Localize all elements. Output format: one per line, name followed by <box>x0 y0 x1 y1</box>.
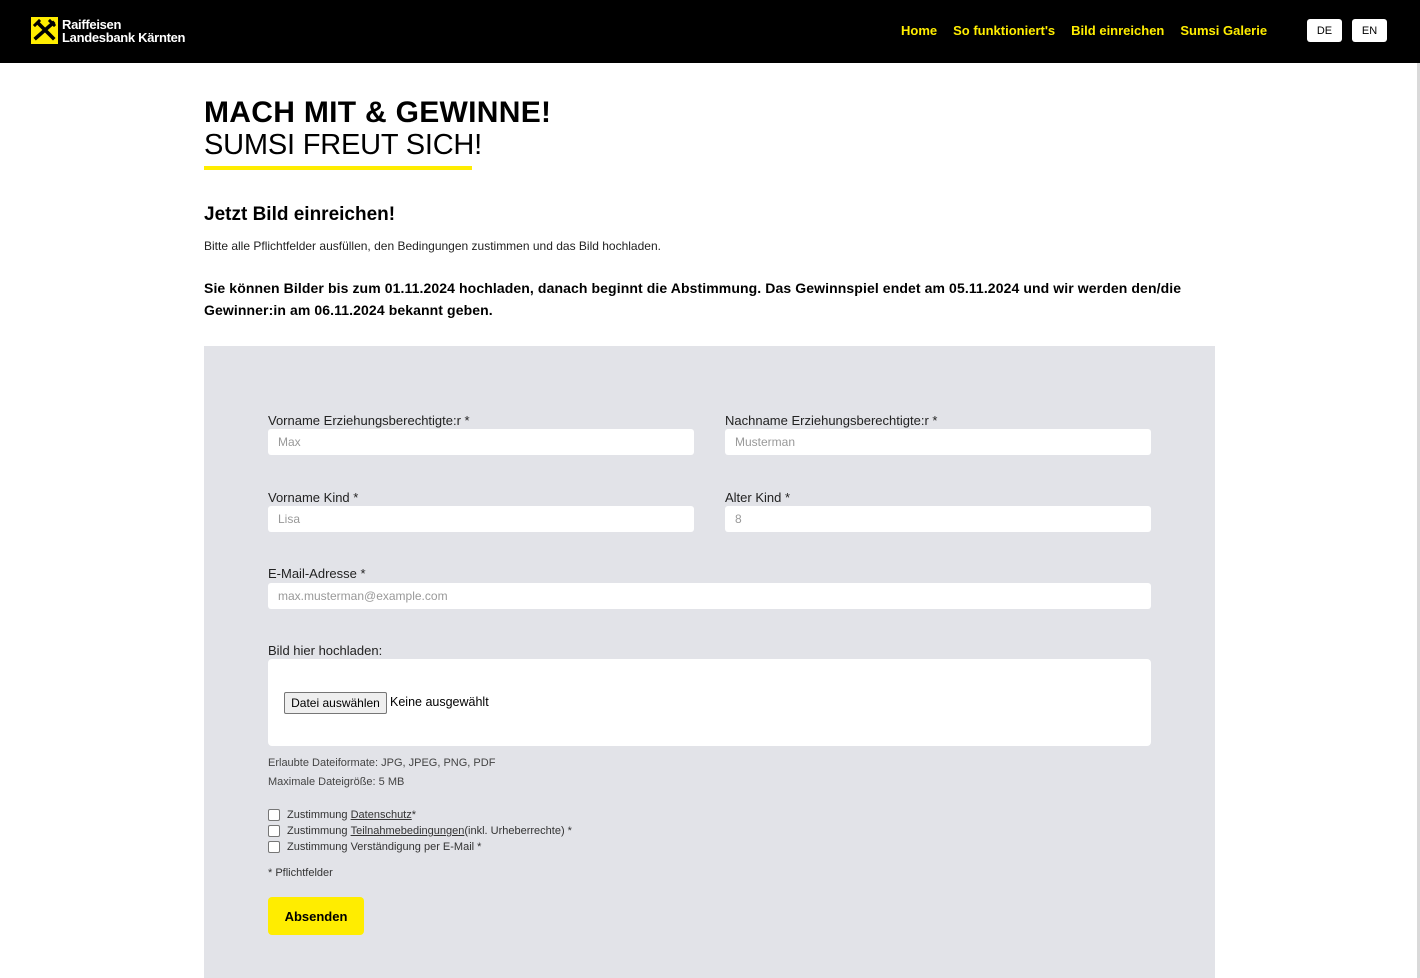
consent-email-label: Zustimmung Verständigung per E-Mail * <box>287 841 482 853</box>
language-en-button[interactable]: EN <box>1352 19 1387 42</box>
child-first-name-label: Vorname Kind * <box>268 490 359 505</box>
consent-terms-row: Zustimmung Teilnahmebedingungen (inkl. U… <box>268 825 572 837</box>
parent-last-name-label: Nachname Erziehungsberechtigte:r * <box>725 413 938 428</box>
raiffeisen-logo[interactable]: Raiffeisen Landesbank Kärnten <box>31 17 185 44</box>
consent-terms-suffix: (inkl. Urheberrechte) * <box>464 825 572 837</box>
consent-terms-prefix: Zustimmung <box>287 825 348 837</box>
consent-privacy-prefix: Zustimmung <box>287 809 348 821</box>
logo-line-1: Raiffeisen <box>62 16 122 32</box>
logo-line-2: Landesbank Kärnten <box>62 29 186 45</box>
consent-email-row: Zustimmung Verständigung per E-Mail * <box>268 841 481 853</box>
child-age-label: Alter Kind * <box>725 490 791 505</box>
consent-email-checkbox[interactable] <box>268 841 280 853</box>
nav-sumsi-gallery[interactable]: Sumsi Galerie <box>1180 23 1267 38</box>
title-underline <box>204 166 472 170</box>
logo-text: Raiffeisen Landesbank Kärnten <box>62 18 185 44</box>
email-label: E-Mail-Adresse * <box>268 566 366 581</box>
parent-last-name-input[interactable]: Musterman <box>725 429 1151 455</box>
consent-terms-checkbox[interactable] <box>268 825 280 837</box>
child-first-name-input[interactable]: Lisa <box>268 506 694 532</box>
child-age-input[interactable]: 8 <box>725 506 1151 532</box>
nav-submit-picture[interactable]: Bild einreichen <box>1071 23 1164 38</box>
main-nav: Home So funktioniert's Bild einreichen S… <box>901 23 1267 38</box>
consent-privacy-checkbox[interactable] <box>268 809 280 821</box>
language-de-button[interactable]: DE <box>1307 19 1342 42</box>
terms-link[interactable]: Teilnahmebedingungen <box>351 825 465 837</box>
email-input[interactable]: max.musterman@example.com <box>268 583 1151 609</box>
submit-button[interactable]: Absenden <box>268 897 364 935</box>
privacy-link[interactable]: Datenschutz <box>351 809 412 821</box>
consent-privacy-suffix: * <box>411 809 417 821</box>
top-navigation-bar: Raiffeisen Landesbank Kärnten Home So fu… <box>0 0 1420 63</box>
section-title: Jetzt Bild einreichen! <box>204 204 396 225</box>
page-title: MACH MIT & GEWINNE! <box>204 96 552 129</box>
nav-home[interactable]: Home <box>901 23 937 38</box>
max-size-hint: Maximale Dateigröße: 5 MB <box>268 776 405 788</box>
required-fields-note: * Pflichtfelder <box>268 867 333 879</box>
no-file-selected-text: Keine ausgewählt <box>390 695 489 709</box>
parent-first-name-input[interactable]: Max <box>268 429 694 455</box>
nav-how-it-works[interactable]: So funktioniert's <box>953 23 1055 38</box>
allowed-formats-hint: Erlaubte Dateiformate: JPG, JPEG, PNG, P… <box>268 757 496 769</box>
upload-label: Bild hier hochladen: <box>268 643 383 658</box>
parent-first-name-label: Vorname Erziehungsberechtigte:r * <box>268 413 470 428</box>
intro-text: Bitte alle Pflichtfelder ausfüllen, den … <box>204 239 661 253</box>
raiffeisen-gable-cross-icon <box>31 17 58 44</box>
consent-privacy-row: Zustimmung Datenschutz * <box>268 809 416 821</box>
choose-file-button[interactable]: Datei auswählen <box>284 692 387 714</box>
page-subtitle: SUMSI FREUT SICH! <box>204 129 483 161</box>
deadline-notice: Sie können Bilder bis zum 01.11.2024 hoc… <box>204 280 1182 318</box>
